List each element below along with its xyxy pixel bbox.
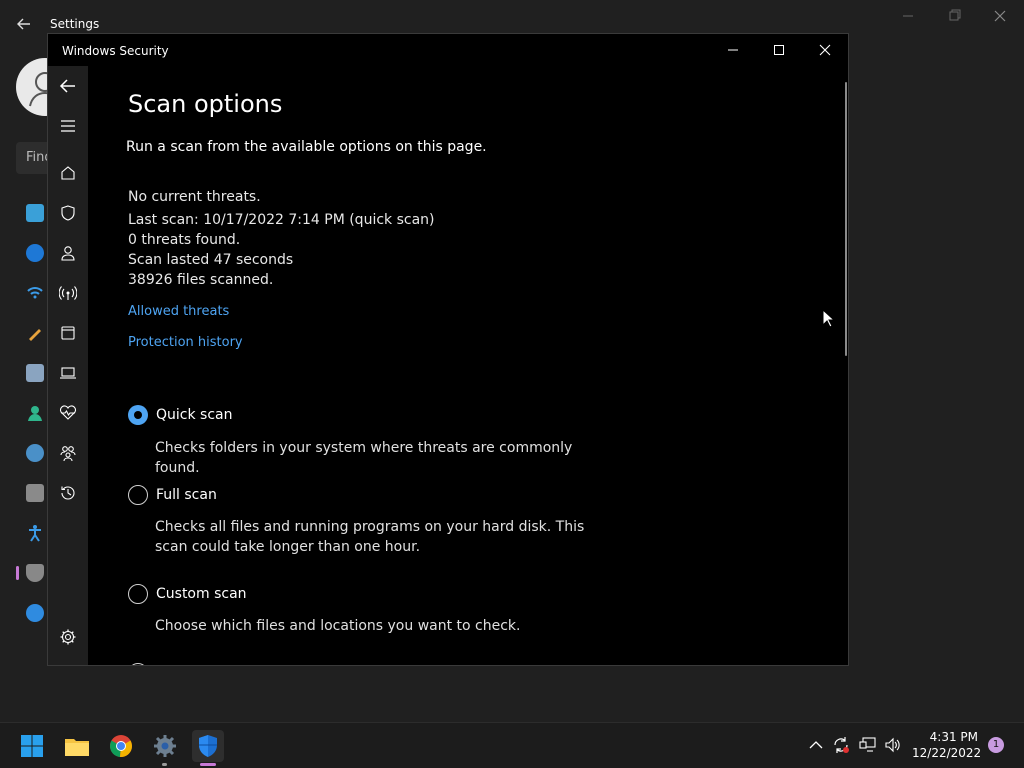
quick-scan-option[interactable]: Quick scan [128,404,232,426]
settings-title: Settings [50,17,100,31]
apps-icon[interactable] [26,364,44,382]
clock-time: 4:31 PM [929,730,978,744]
time-language-icon[interactable] [26,444,44,462]
full-scan-radio[interactable] [128,485,148,505]
sync-alert-icon[interactable] [831,735,851,755]
clock-date: 12/22/2022 [912,746,982,760]
status-threats-found: 0 threats found. [128,232,241,248]
side-nav [48,66,88,665]
bluetooth-icon[interactable] [26,244,44,262]
restore-icon[interactable] [944,8,964,24]
minimize-button[interactable] [720,40,746,60]
back-arrow-icon[interactable] [14,14,34,34]
notification-badge[interactable]: 1 [988,737,1004,753]
status-last-scan: Last scan: 10/17/2022 7:14 PM (quick sca… [128,212,435,228]
status-scan-duration: Scan lasted 47 seconds [128,252,294,268]
windows-logo-icon [21,735,43,757]
offline-scan-radio[interactable] [128,663,148,665]
gear-icon[interactable] [58,627,78,647]
offline-scan-option[interactable] [128,662,148,665]
accounts-icon[interactable] [26,404,44,422]
hamburger-menu-icon[interactable] [58,116,78,136]
custom-scan-description: Choose which files and locations you wan… [155,618,521,634]
network-tray-icon[interactable] [858,735,878,755]
quick-scan-label: Quick scan [156,407,233,423]
custom-scan-label: Custom scan [156,586,247,602]
scrollbar-thumb[interactable] [845,82,847,356]
active-app-indicator [200,763,216,766]
custom-scan-option[interactable]: Custom scan [128,583,247,605]
full-scan-option[interactable]: Full scan [128,484,217,506]
close-icon[interactable] [990,8,1010,24]
file-explorer-button[interactable] [61,730,93,762]
chrome-icon [109,735,133,758]
window-title: Windows Security [62,44,169,58]
quick-scan-description: Checks folders in your system where thre… [155,440,573,476]
quick-scan-radio[interactable] [128,405,148,425]
system-icon[interactable] [26,204,44,222]
title-bar[interactable]: Windows Security [48,34,848,66]
status-files-scanned: 38926 files scanned. [128,272,274,288]
settings-gear-icon [154,735,176,757]
family-icon[interactable] [58,443,78,463]
clock[interactable]: 4:31 PM 12/22/2022 [912,729,982,761]
full-scan-label: Full scan [156,487,217,503]
taskbar: 4:31 PM 12/22/2022 1 [0,722,1024,768]
back-arrow-icon[interactable] [58,76,78,96]
protection-history-link[interactable]: Protection history [128,335,243,350]
custom-scan-radio[interactable] [128,584,148,604]
laptop-icon[interactable] [58,363,78,383]
privacy-security-icon[interactable] [26,564,44,582]
chevron-up-icon[interactable] [806,735,826,755]
app-browser-icon[interactable] [58,323,78,343]
close-button[interactable] [812,40,838,60]
status-no-threats: No current threats. [128,189,261,205]
page-title: Scan options [128,90,283,118]
windows-update-icon[interactable] [26,604,44,622]
personalization-icon[interactable] [26,324,44,342]
heart-pulse-icon[interactable] [58,403,78,423]
settings-taskbar-button[interactable] [149,730,181,762]
page-subtitle: Run a scan from the available options on… [126,139,487,155]
mouse-cursor-icon [822,309,836,328]
security-shield-icon [199,735,217,757]
home-icon[interactable] [58,163,78,183]
network-icon[interactable] [26,284,44,302]
volume-icon[interactable] [883,735,903,755]
selected-indicator [16,566,19,580]
wireless-icon[interactable] [58,283,78,303]
history-icon[interactable] [58,483,78,503]
maximize-button[interactable] [766,40,792,60]
accessibility-icon[interactable] [26,524,44,542]
windows-security-taskbar-button[interactable] [192,730,224,762]
running-indicator [162,763,167,766]
windows-security-window: Windows Security Scan options Run a scan… [47,33,849,666]
minimize-icon[interactable] [898,8,918,24]
chrome-button[interactable] [105,730,137,762]
shield-icon[interactable] [58,203,78,223]
folder-icon [65,739,89,756]
person-icon[interactable] [58,243,78,263]
start-button[interactable] [16,730,48,762]
gaming-icon[interactable] [26,484,44,502]
full-scan-description: Checks all files and running programs on… [155,519,585,555]
allowed-threats-link[interactable]: Allowed threats [128,304,229,319]
